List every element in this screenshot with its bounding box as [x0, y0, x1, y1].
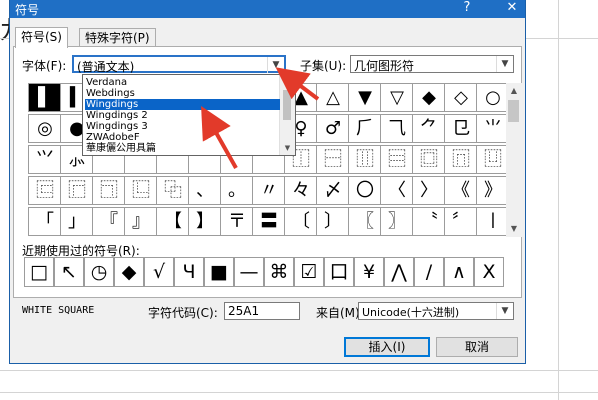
annotation-arrow-wingdings	[201, 106, 238, 169]
annotation-arrows	[201, 67, 320, 169]
annotation-arrow-subset	[275, 67, 320, 101]
